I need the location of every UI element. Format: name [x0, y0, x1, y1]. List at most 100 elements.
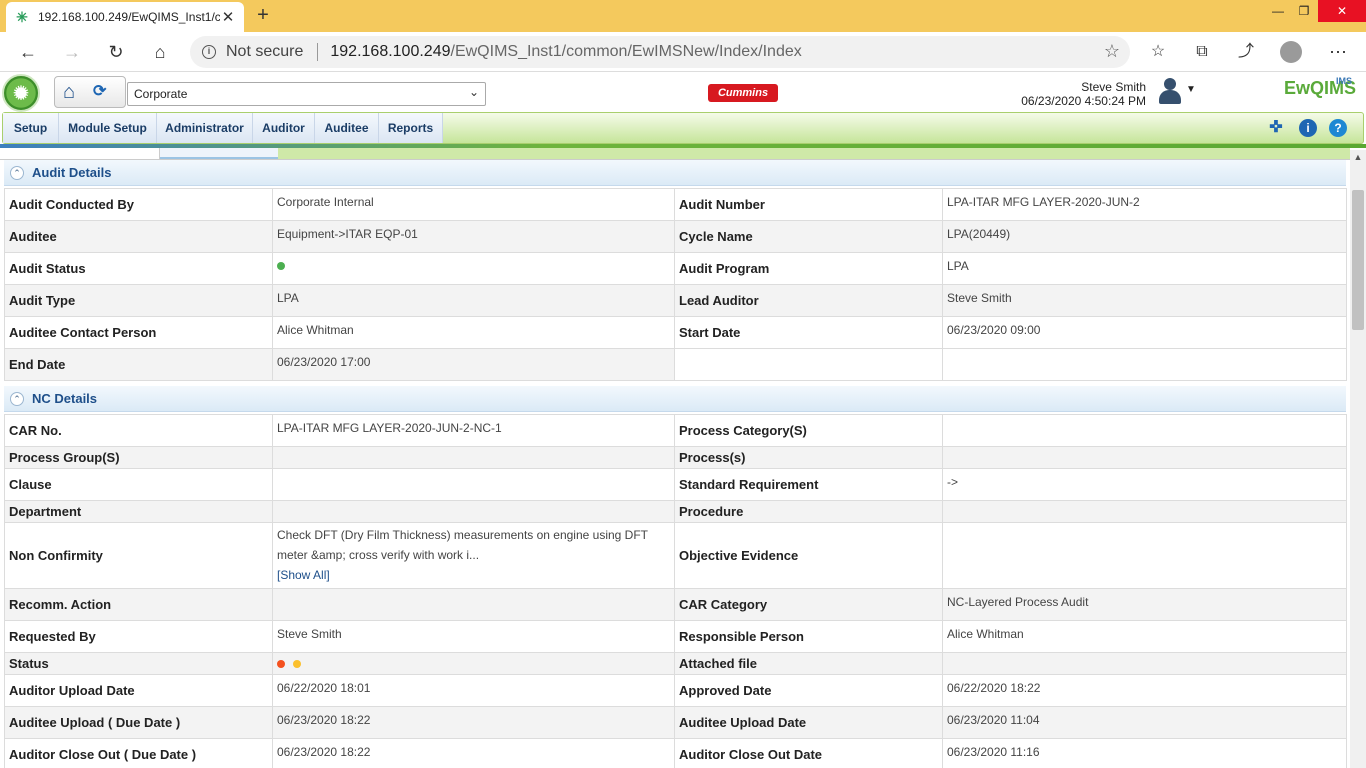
field-label — [674, 348, 943, 381]
field-label: Auditor Upload Date — [4, 674, 273, 707]
table-row: End Date 06/23/2020 17:00 — [4, 348, 1347, 381]
more-options-icon[interactable]: ⋯ — [1326, 40, 1350, 64]
quick-actions: ⌂ ⟳ — [54, 76, 126, 108]
vertical-scrollbar[interactable]: ▲ — [1350, 150, 1366, 768]
field-label: CAR Category — [674, 588, 943, 621]
browser-tab[interactable]: ✳ 192.168.100.249/EwQIMS_Inst1/c ✕ — [6, 2, 244, 32]
field-label: Auditee Upload Date — [674, 706, 943, 739]
table-row: Recomm. Action CAR Category NC-Layered P… — [4, 588, 1347, 621]
back-icon[interactable]: ← — [16, 40, 40, 64]
menu-administrator[interactable]: Administrator — [157, 113, 253, 143]
field-value — [942, 348, 1347, 381]
field-label: Objective Evidence — [674, 522, 943, 589]
field-value: Corporate Internal — [272, 188, 675, 221]
show-all-link[interactable]: [Show All] — [277, 565, 330, 585]
user-menu-caret-icon[interactable]: ▼ — [1186, 84, 1196, 95]
share-icon[interactable]: ⤴ — [1234, 40, 1258, 64]
url-host: 192.168.100.249 — [330, 43, 451, 60]
field-label: Audit Conducted By — [4, 188, 273, 221]
window-minimize-icon[interactable]: — — [1264, 0, 1292, 22]
app-refresh-icon[interactable]: ⟳ — [93, 81, 111, 100]
user-name: Steve Smith — [1081, 80, 1146, 94]
field-value — [942, 500, 1347, 523]
scrollbar-thumb[interactable] — [1352, 190, 1364, 330]
audit-status-value — [272, 252, 675, 285]
favorite-star-icon[interactable]: ☆ — [1104, 41, 1120, 62]
info-icon[interactable]: i — [1299, 119, 1317, 137]
field-value: Alice Whitman — [942, 620, 1347, 653]
subtab-2[interactable] — [160, 148, 278, 159]
field-label: Cycle Name — [674, 220, 943, 253]
field-value: LPA-ITAR MFG LAYER-2020-JUN-2 — [942, 188, 1347, 221]
site-info-icon[interactable]: i — [202, 45, 216, 59]
organization-select[interactable]: Corporate ⌄ — [127, 82, 486, 106]
organization-select-value: Corporate — [134, 87, 188, 101]
audit-details-table: Audit Conducted By Corporate Internal Au… — [4, 188, 1347, 381]
field-value — [272, 468, 675, 501]
user-avatar-icon[interactable] — [1156, 76, 1184, 106]
collapse-chevron-icon[interactable]: ⌃ — [10, 392, 24, 406]
table-row: Auditor Upload Date 06/22/2020 18:01 App… — [4, 674, 1347, 707]
tab-title: 192.168.100.249/EwQIMS_Inst1/c — [38, 10, 220, 24]
field-value: LPA — [272, 284, 675, 317]
field-value: LPA(20449) — [942, 220, 1347, 253]
tab-close-icon[interactable]: ✕ — [220, 8, 236, 26]
address-bar[interactable]: i Not secure 192.168.100.249 /EwQIMS_Ins… — [190, 36, 1130, 68]
field-value — [272, 446, 675, 469]
field-value: Steve Smith — [272, 620, 675, 653]
pin-icon[interactable]: ✜ — [1267, 119, 1285, 137]
audit-details-header[interactable]: ⌃ Audit Details — [4, 160, 1346, 186]
favorites-icon[interactable]: ☆ — [1146, 40, 1170, 64]
subtab-fill — [278, 148, 1350, 159]
subtab-1[interactable] — [0, 148, 160, 159]
table-row: Auditee Equipment->ITAR EQP-01 Cycle Nam… — [4, 220, 1347, 253]
current-datetime: 06/23/2020 4:50:24 PM — [1021, 94, 1146, 108]
field-label: Audit Program — [674, 252, 943, 285]
menu-auditor[interactable]: Auditor — [253, 113, 315, 143]
field-label: Auditor Close Out Date — [674, 738, 943, 768]
status-indicator-red-icon — [277, 660, 285, 668]
field-label: Audit Number — [674, 188, 943, 221]
menu-reports[interactable]: Reports — [379, 113, 443, 143]
window-close-icon[interactable]: ✕ — [1318, 0, 1366, 22]
table-row: Department Procedure — [4, 500, 1347, 523]
help-icon[interactable]: ? — [1329, 119, 1347, 137]
table-row: Audit Conducted By Corporate Internal Au… — [4, 188, 1347, 221]
field-label: Responsible Person — [674, 620, 943, 653]
table-row: Status Attached file — [4, 652, 1347, 675]
menu-auditee[interactable]: Auditee — [315, 113, 379, 143]
status-value — [272, 652, 675, 675]
field-value: 06/23/2020 11:04 — [942, 706, 1347, 739]
field-value: 06/23/2020 11:16 — [942, 738, 1347, 768]
table-row: Auditee Contact Person Alice Whitman Sta… — [4, 316, 1347, 349]
field-label: Audit Type — [4, 284, 273, 317]
field-value: Equipment->ITAR EQP-01 — [272, 220, 675, 253]
field-value: 06/23/2020 17:00 — [272, 348, 675, 381]
field-value: LPA-ITAR MFG LAYER-2020-JUN-2-NC-1 — [272, 414, 675, 447]
field-label: Lead Auditor — [674, 284, 943, 317]
section-title: Audit Details — [32, 165, 112, 180]
scroll-up-arrow-icon[interactable]: ▲ — [1350, 152, 1366, 162]
forward-icon[interactable]: → — [60, 40, 84, 64]
profile-avatar-icon[interactable] — [1280, 41, 1302, 63]
app-sun-logo-icon[interactable]: ✺ — [2, 74, 40, 112]
collections-icon[interactable]: ⧉ — [1190, 40, 1214, 64]
field-label: Approved Date — [674, 674, 943, 707]
window-maximize-icon[interactable]: ❐ — [1290, 0, 1318, 22]
table-row: Non Confirmity Check DFT (Dry Film Thick… — [4, 522, 1347, 589]
field-label: Clause — [4, 468, 273, 501]
menu-setup[interactable]: Setup — [3, 113, 59, 143]
new-tab-icon[interactable]: + — [252, 4, 274, 26]
field-label: Requested By — [4, 620, 273, 653]
collapse-chevron-icon[interactable]: ⌃ — [10, 166, 24, 180]
home-icon[interactable]: ⌂ — [148, 40, 172, 64]
app-home-icon[interactable]: ⌂ — [63, 81, 75, 104]
table-row: Auditor Close Out ( Due Date ) 06/23/202… — [4, 738, 1347, 768]
company-logo-mark: Cummins — [707, 84, 779, 102]
reload-icon[interactable]: ↻ — [104, 40, 128, 64]
nc-details-header[interactable]: ⌃ NC Details — [4, 386, 1346, 412]
menu-module-setup[interactable]: Module Setup — [59, 113, 157, 143]
field-label: Audit Status — [4, 252, 273, 285]
field-value: 06/22/2020 18:22 — [942, 674, 1347, 707]
field-label: Auditee — [4, 220, 273, 253]
